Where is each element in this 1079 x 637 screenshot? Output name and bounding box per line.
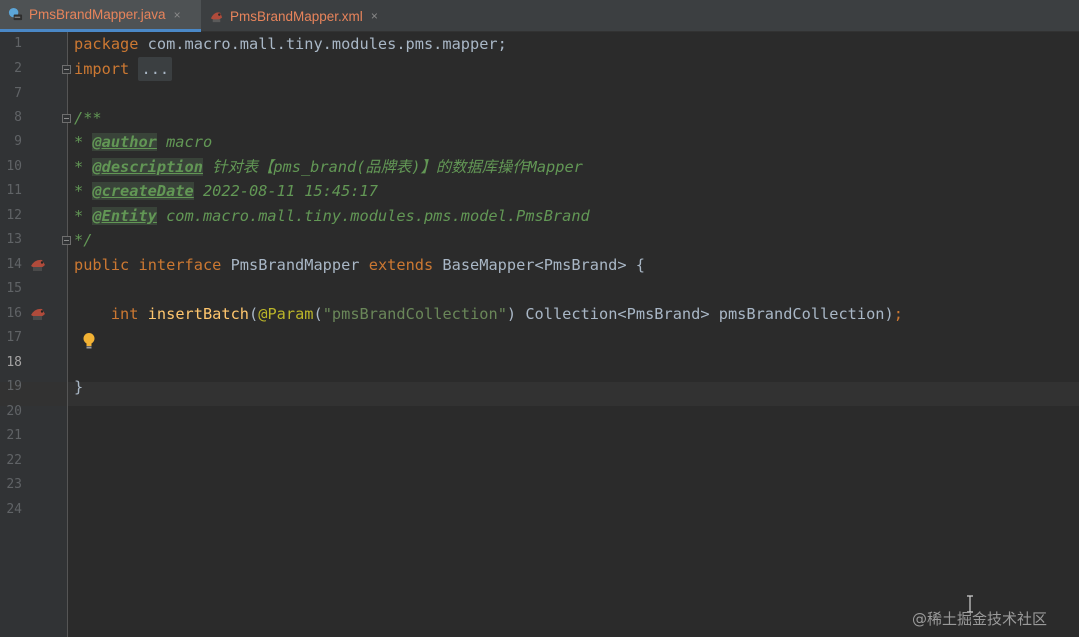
code-text: PmsBrandMapper: [221, 256, 369, 274]
tab-label: PmsBrandMapper.java: [29, 7, 166, 22]
line-number: 23: [6, 477, 22, 492]
line-number: 14: [6, 257, 22, 272]
code-line: package com.macro.mall.tiny.modules.pms.…: [74, 32, 507, 56]
code-line: * @author macro: [74, 130, 212, 154]
line-number: 10: [6, 159, 22, 174]
line-number: 17: [6, 330, 22, 345]
line-number: 16: [6, 306, 22, 321]
line-number-current: 18: [6, 355, 22, 370]
code-text: (: [313, 305, 323, 323]
lightbulb-icon[interactable]: [82, 332, 96, 350]
line-number: 9: [14, 134, 22, 149]
string-literal: "pmsBrandCollection": [322, 305, 507, 323]
javadoc-tag: @description: [92, 158, 203, 176]
java-interface-icon: [8, 7, 23, 21]
line-number: 8: [14, 110, 22, 125]
line-number: 12: [6, 208, 22, 223]
keyword: package: [74, 35, 139, 53]
line-number: 15: [6, 281, 22, 296]
close-icon[interactable]: ×: [371, 9, 378, 23]
line-number-gutter[interactable]: 1 2 7 8 9 10 11 12 13 14 15 16 17 18 19 …: [0, 32, 71, 637]
code-text: com.macro.mall.tiny.modules.pms.mapper;: [138, 35, 507, 53]
code-text: ) Collection<PmsBrand> pmsBrandCollectio…: [506, 305, 894, 323]
annotation: @Param: [258, 305, 314, 323]
line-number: 1: [14, 36, 22, 51]
code-line: * @description 针对表【pms_brand(品牌表)】的数据库操作…: [74, 155, 583, 179]
code-line: */: [74, 231, 93, 249]
keyword: int: [110, 305, 139, 323]
code-line: public interface PmsBrandMapper extends …: [74, 253, 645, 277]
doc-star: *: [74, 207, 93, 225]
close-icon[interactable]: ×: [174, 8, 181, 22]
line-number: 13: [6, 232, 22, 247]
code-line: import ...: [74, 57, 173, 81]
folded-imports[interactable]: ...: [138, 57, 173, 81]
doc-text: 2022-08-11 15:45:17: [193, 182, 378, 200]
current-line-highlight: [68, 382, 1079, 406]
keyword: interface: [138, 256, 222, 274]
xml-mybatis-icon: [210, 11, 223, 22]
doc-text: com.macro.mall.tiny.modules.pms.model.Pm…: [156, 207, 590, 225]
keyword: public: [74, 256, 130, 274]
code-text: BaseMapper<PmsBrand> {: [433, 256, 646, 274]
line-number: 11: [6, 183, 22, 198]
doc-text: 针对表【pms_brand(品牌表)】的数据库操作Mapper: [202, 158, 583, 176]
editor-tab-bar: PmsBrandMapper.java × PmsBrandMapper.xml…: [0, 0, 1079, 32]
line-number: 24: [6, 502, 22, 517]
line-number: 7: [14, 86, 22, 101]
tab-pmsbrandmapper-xml[interactable]: PmsBrandMapper.xml ×: [201, 0, 401, 32]
code-line: /**: [74, 109, 102, 127]
doc-star: *: [74, 158, 93, 176]
tab-pmsbrandmapper-java[interactable]: PmsBrandMapper.java ×: [0, 0, 201, 32]
mybatis-navigate-icon[interactable]: [30, 307, 48, 321]
tab-label: PmsBrandMapper.xml: [230, 8, 363, 24]
code-line: * @createDate 2022-08-11 15:45:17: [74, 179, 378, 203]
code-text: (: [249, 305, 259, 323]
javadoc-tag: @author: [92, 133, 157, 151]
code-line: int insertBatch(@Param("pmsBrandCollecti…: [74, 302, 903, 326]
keyword: extends: [368, 256, 434, 274]
doc-star: *: [74, 182, 93, 200]
line-number: 20: [6, 404, 22, 419]
keyword: import: [74, 60, 130, 78]
method-name: insertBatch: [147, 305, 250, 323]
code-editor[interactable]: package com.macro.mall.tiny.modules.pms.…: [68, 32, 1079, 637]
line-number: 22: [6, 453, 22, 468]
doc-star: *: [74, 133, 93, 151]
code-line: }: [74, 378, 84, 396]
line-number: 21: [6, 428, 22, 443]
javadoc-tag: @createDate: [92, 182, 194, 200]
semicolon: ;: [893, 305, 903, 323]
line-number: 2: [14, 61, 22, 76]
watermark: @稀土掘金技术社区: [912, 610, 1048, 628]
code-line: * @Entity com.macro.mall.tiny.modules.pm…: [74, 204, 590, 228]
javadoc-tag: @Entity: [92, 207, 157, 225]
mybatis-navigate-icon[interactable]: [30, 258, 48, 272]
doc-text: macro: [156, 133, 213, 151]
line-number: 19: [6, 379, 22, 394]
